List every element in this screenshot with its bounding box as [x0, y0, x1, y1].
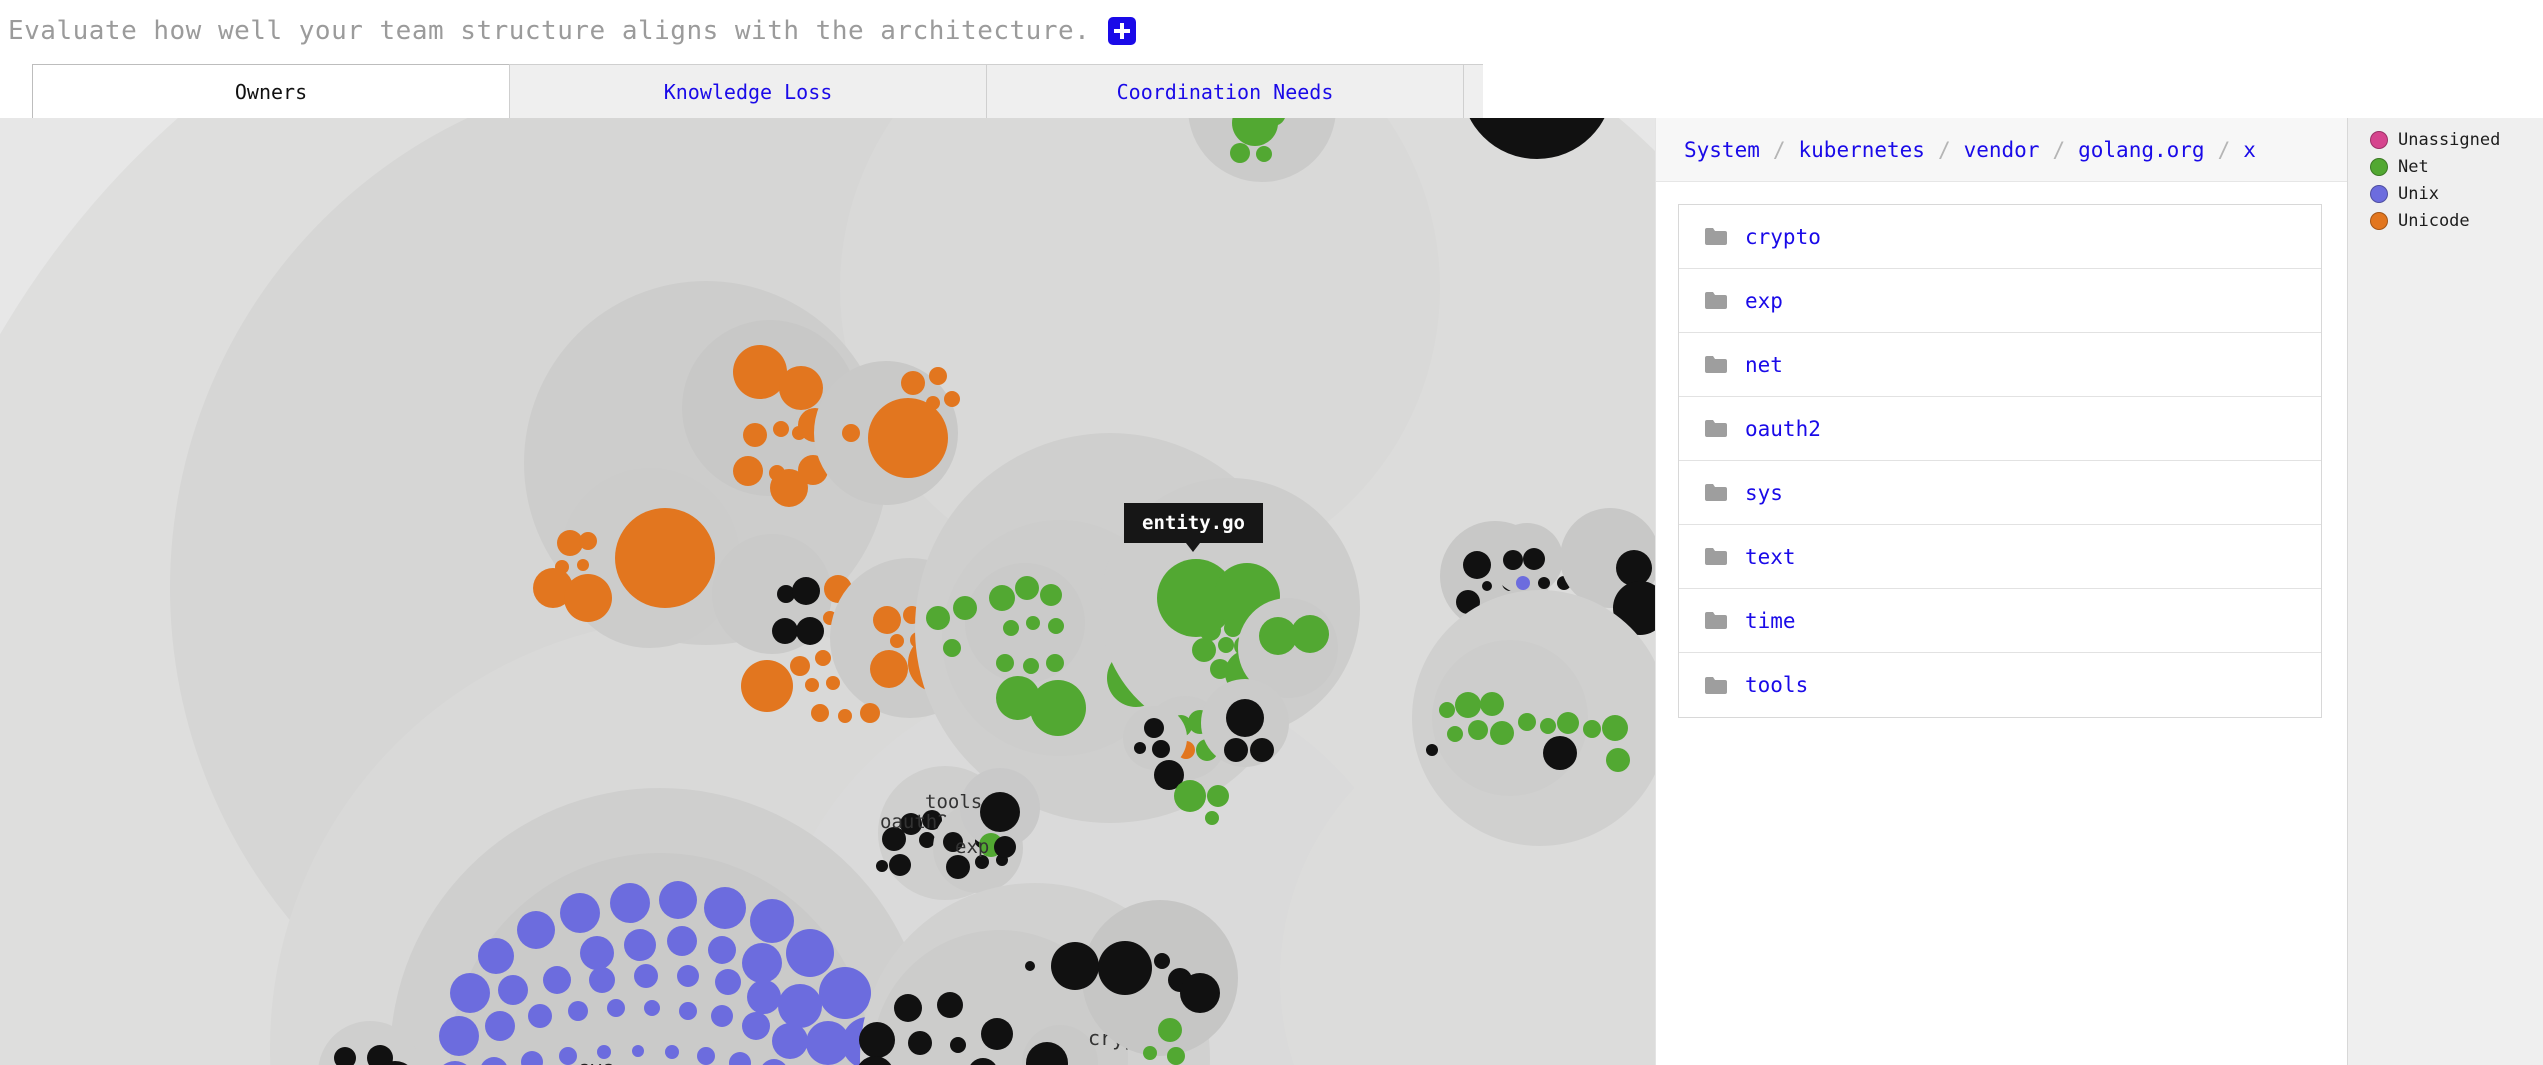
file-name: text [1745, 544, 1796, 569]
legend-swatch-icon [2370, 185, 2388, 203]
legend-label: Unix [2398, 184, 2439, 204]
cluster-label-exp: exp [955, 836, 989, 858]
legend-swatch-icon [2370, 131, 2388, 149]
breadcrumb-separator: / [2217, 137, 2231, 162]
add-button[interactable] [1108, 17, 1137, 45]
legend-label: Unassigned [2398, 130, 2501, 150]
tab-coordination-needs[interactable]: Coordination Needs [986, 64, 1464, 118]
viz-tooltip: entity.go [1124, 503, 1263, 552]
cluster-label-sys: sys [578, 1056, 614, 1065]
file-list-item-oauth2[interactable]: oauth2 [1679, 397, 2321, 461]
file-name: exp [1745, 288, 1783, 313]
tab-knowledge-loss-label: Knowledge Loss [663, 79, 833, 104]
folder-icon [1705, 612, 1727, 629]
tab-knowledge-loss[interactable]: Knowledge Loss [509, 64, 987, 118]
legend-item-unicode[interactable]: Unicode [2370, 211, 2543, 231]
file-list-item-crypto[interactable]: crypto [1679, 205, 2321, 269]
folder-icon [1705, 548, 1727, 565]
legend-item-unassigned[interactable]: Unassigned [2370, 130, 2543, 150]
legend-item-net[interactable]: Net [2370, 157, 2543, 177]
circle-pack-visualization[interactable]: text [0, 118, 1655, 1065]
tab-bar: Owners Knowledge Loss Coordination Needs [0, 62, 2543, 118]
page-header: Evaluate how well your team structure al… [0, 0, 2543, 62]
file-list-item-exp[interactable]: exp [1679, 269, 2321, 333]
folder-icon [1705, 484, 1727, 501]
folder-icon [1705, 228, 1727, 245]
breadcrumb-separator: / [1937, 137, 1951, 162]
tab-bar-spacer [1463, 64, 1483, 118]
main-content: text [0, 118, 2543, 1065]
legend-label: Unicode [2398, 211, 2470, 231]
file-name: oauth2 [1745, 416, 1821, 441]
file-name: sys [1745, 480, 1783, 505]
file-name: time [1745, 608, 1796, 633]
file-list-item-sys[interactable]: sys [1679, 461, 2321, 525]
breadcrumb-item-x[interactable]: x [2243, 138, 2256, 162]
folder-icon [1705, 356, 1727, 373]
tab-coordination-needs-label: Coordination Needs [1116, 79, 1334, 104]
legend-swatch-icon [2370, 212, 2388, 230]
file-list-item-text[interactable]: text [1679, 525, 2321, 589]
folder-icon [1705, 420, 1727, 437]
folder-icon [1705, 292, 1727, 309]
legend-label: Net [2398, 157, 2429, 177]
breadcrumb-item-kubernetes[interactable]: kubernetes [1799, 138, 1925, 162]
file-name: net [1745, 352, 1783, 377]
file-list-item-tools[interactable]: tools [1679, 653, 2321, 717]
page-title: Evaluate how well your team structure al… [8, 16, 1091, 46]
breadcrumb-item-vendor[interactable]: vendor [1964, 138, 2040, 162]
file-list: crypto exp net oauth2 sys text time tool… [1678, 204, 2322, 718]
breadcrumb: System / kubernetes / vendor / golang.or… [1656, 118, 2347, 182]
legend: Unassigned Net Unix Unicode [2347, 118, 2543, 1065]
detail-panel: System / kubernetes / vendor / golang.or… [1655, 118, 2347, 1065]
breadcrumb-separator: / [2052, 137, 2066, 162]
breadcrumb-item-system[interactable]: System [1684, 138, 1760, 162]
legend-swatch-icon [2370, 158, 2388, 176]
folder-icon [1705, 676, 1727, 694]
tab-owners[interactable]: Owners [32, 64, 510, 118]
file-list-item-net[interactable]: net [1679, 333, 2321, 397]
tab-owners-label: Owners [234, 79, 308, 104]
file-list-item-time[interactable]: time [1679, 589, 2321, 653]
circle-pack-svg[interactable]: text [0, 118, 1655, 1065]
legend-item-unix[interactable]: Unix [2370, 184, 2543, 204]
breadcrumb-separator: / [1772, 137, 1786, 162]
cluster-label-tools: tools [925, 791, 982, 813]
breadcrumb-item-golang-org[interactable]: golang.org [2078, 138, 2204, 162]
file-name: crypto [1745, 224, 1821, 249]
file-name: tools [1745, 673, 1809, 697]
